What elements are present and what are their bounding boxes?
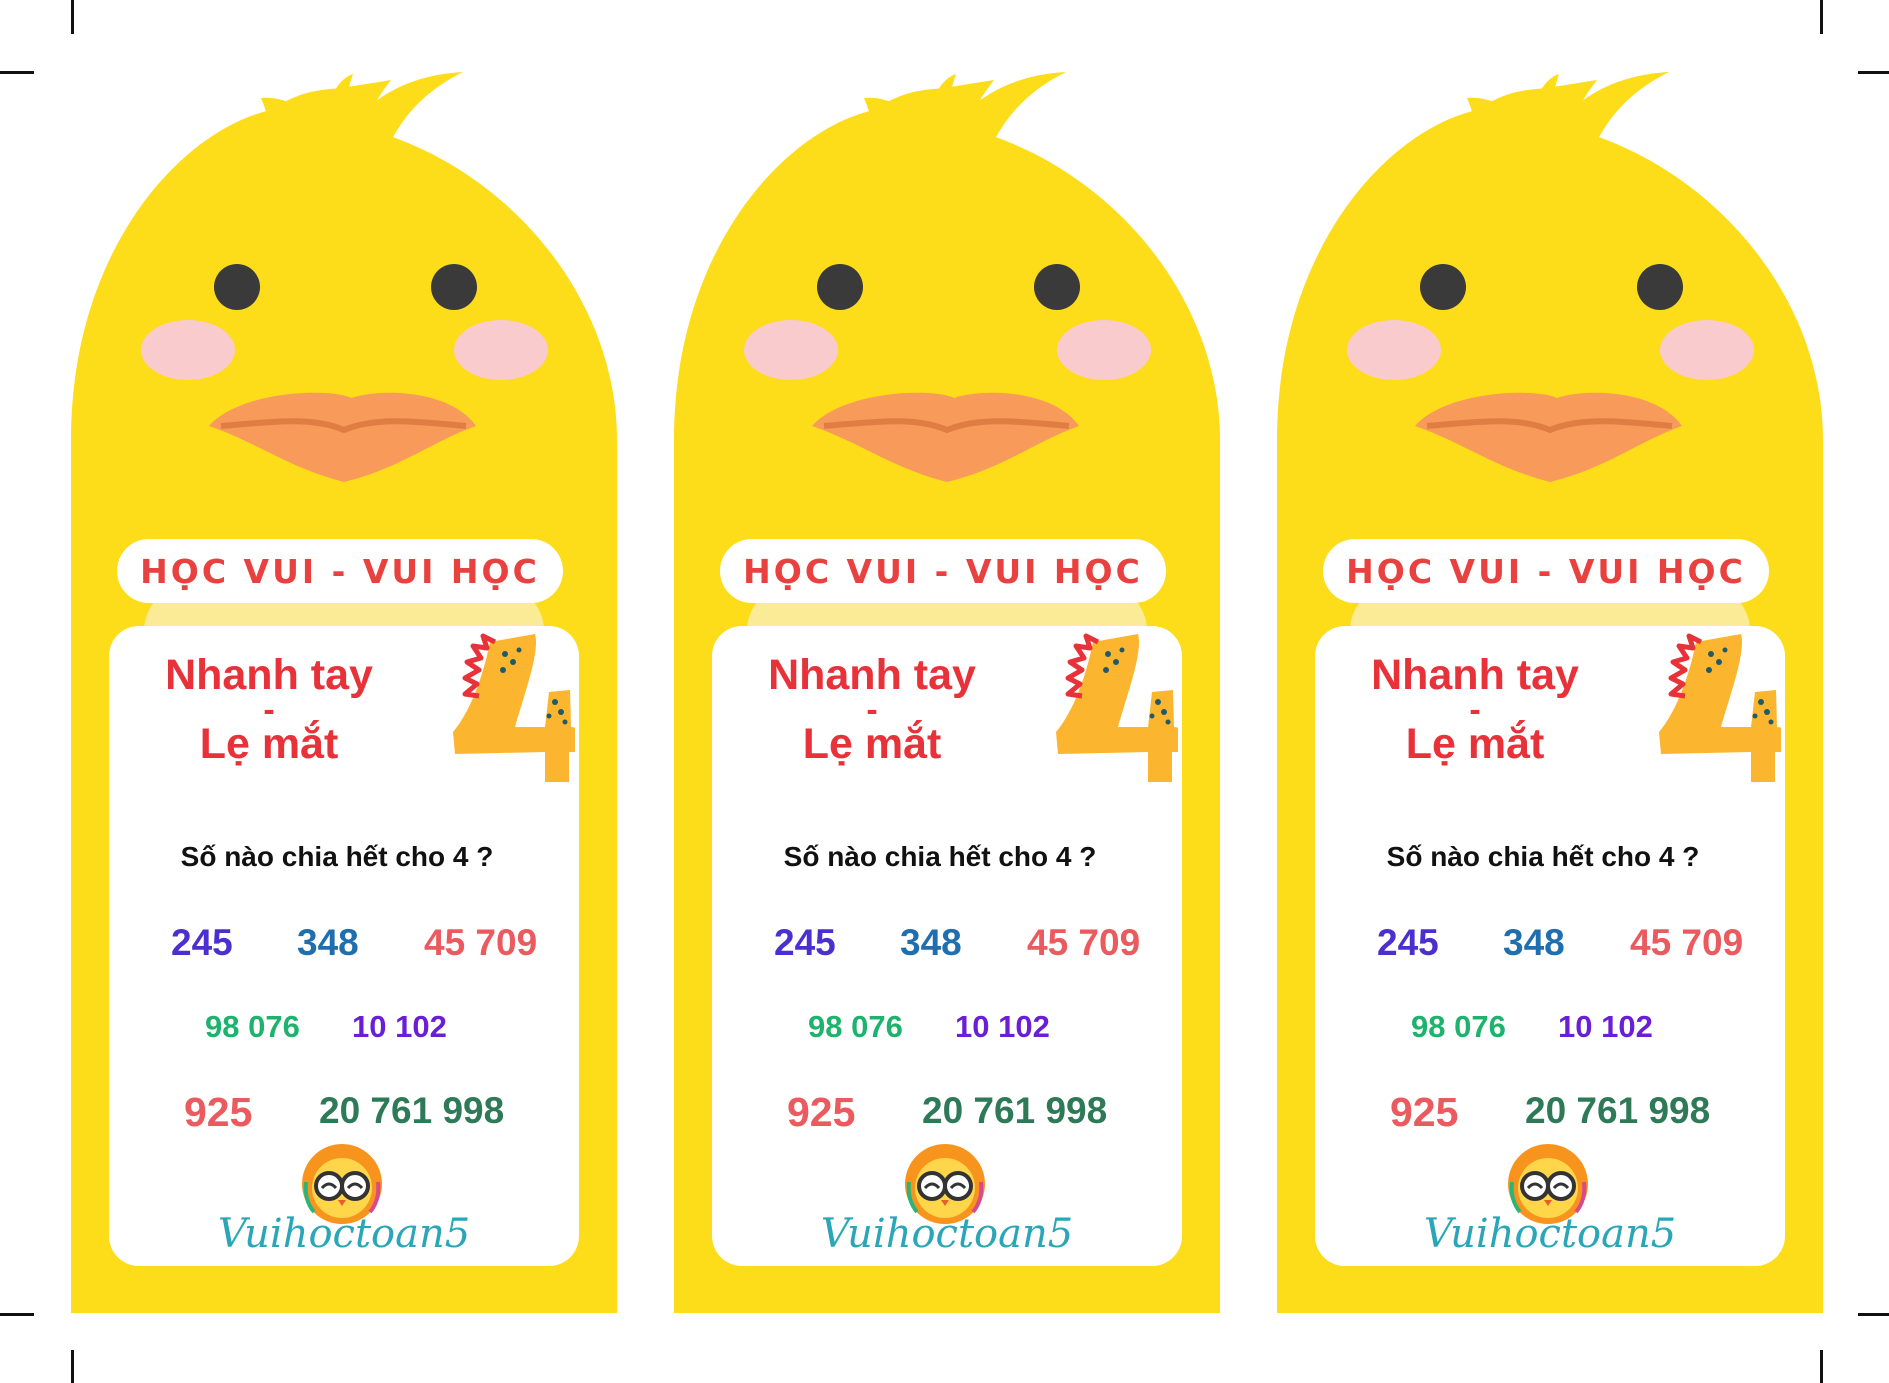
content-panel: Nhanh tay - Lẹ mắt Số nào chia hết cho 4…: [1315, 626, 1785, 1266]
number-option[interactable]: 20 761 998: [922, 1090, 1107, 1132]
duck-cheek-left: [1347, 320, 1441, 380]
number-option[interactable]: 245: [171, 922, 233, 964]
crop-mark-right-bottom: [1858, 1313, 1889, 1316]
number-option[interactable]: 348: [900, 922, 962, 964]
number-option[interactable]: 20 761 998: [319, 1090, 504, 1132]
title-line-1: Nhanh tay: [768, 651, 976, 699]
crop-mark-bottom-left: [71, 1350, 74, 1383]
number-option[interactable]: 925: [787, 1089, 855, 1136]
duck-eye-right: [1637, 264, 1683, 310]
title-line-2: Lẹ mắt: [802, 720, 942, 768]
banner-text: HỌC VUI - VUI HỌC: [140, 551, 540, 591]
digit-four-dinosaur-icon: [453, 633, 575, 782]
duck-eye-left: [1420, 264, 1466, 310]
banner-text: HỌC VUI - VUI HỌC: [743, 551, 1143, 591]
number-option[interactable]: 98 076: [205, 1009, 300, 1045]
duck-card-1: HỌC VUI - VUI HỌC Nhanh tay - Lẹ mắt Số …: [71, 70, 617, 1313]
duck-eye-right: [1034, 264, 1080, 310]
crop-mark-bottom-right: [1820, 1350, 1823, 1383]
banner-hoc-vui: HỌC VUI - VUI HỌC: [117, 539, 563, 603]
number-option[interactable]: 20 761 998: [1525, 1090, 1710, 1132]
crop-mark-right-top: [1858, 71, 1889, 74]
duck-card-2: HỌC VUI - VUI HỌC Nhanh tay - Lẹ mắt Số …: [674, 70, 1220, 1313]
card-title: Nhanh tay - Lẹ mắt: [139, 651, 399, 768]
number-option[interactable]: 245: [774, 922, 836, 964]
number-option[interactable]: 10 102: [352, 1009, 447, 1045]
content-panel: Nhanh tay - Lẹ mắt Số nào chia hết cho 4…: [712, 626, 1182, 1266]
banner-hoc-vui: HỌC VUI - VUI HỌC: [1323, 539, 1769, 603]
duck-eye-right: [431, 264, 477, 310]
brand-logo-text: Vuihoctoan5: [1423, 1211, 1677, 1257]
duck-cheek-right: [1057, 320, 1151, 380]
crop-mark-top-left: [71, 0, 74, 34]
crop-mark-left-bottom: [0, 1313, 34, 1316]
question-text: Số nào chia hết cho 4 ?: [783, 841, 1097, 872]
duck-card-3: HỌC VUI - VUI HỌC Nhanh tay - Lẹ mắt Số …: [1277, 70, 1823, 1313]
title-line-1: Nhanh tay: [165, 651, 373, 699]
question-text: Số nào chia hết cho 4 ?: [180, 841, 494, 872]
banner-hoc-vui: HỌC VUI - VUI HỌC: [720, 539, 1166, 603]
question-text: Số nào chia hết cho 4 ?: [1386, 841, 1700, 872]
number-option[interactable]: 348: [297, 922, 359, 964]
duck-cheek-left: [744, 320, 838, 380]
duck-cheek-left: [141, 320, 235, 380]
number-option[interactable]: 10 102: [1558, 1009, 1653, 1045]
content-panel: Nhanh tay - Lẹ mắt Số nào chia hết cho 4…: [109, 626, 579, 1266]
brand-logo-text: Vuihoctoan5: [820, 1211, 1074, 1257]
number-option[interactable]: 98 076: [1411, 1009, 1506, 1045]
crop-mark-top-right: [1820, 0, 1823, 34]
number-option[interactable]: 245: [1377, 922, 1439, 964]
banner-text: HỌC VUI - VUI HỌC: [1346, 551, 1746, 591]
crop-mark-left-top: [0, 71, 34, 74]
card-title: Nhanh tay - Lẹ mắt: [742, 651, 1002, 768]
duck-eye-left: [214, 264, 260, 310]
number-option[interactable]: 348: [1503, 922, 1565, 964]
digit-four-dinosaur-icon: [1659, 633, 1781, 782]
title-line-1: Nhanh tay: [1371, 651, 1579, 699]
digit-four-dinosaur-icon: [1056, 633, 1178, 782]
number-option[interactable]: 925: [184, 1089, 252, 1136]
number-option[interactable]: 45 709: [424, 922, 537, 964]
duck-cheek-right: [1660, 320, 1754, 380]
number-option[interactable]: 10 102: [955, 1009, 1050, 1045]
brand-logo-text: Vuihoctoan5: [217, 1211, 471, 1257]
duck-cheek-right: [454, 320, 548, 380]
number-option[interactable]: 925: [1390, 1089, 1458, 1136]
title-line-2: Lẹ mắt: [199, 720, 339, 768]
number-option[interactable]: 45 709: [1630, 922, 1743, 964]
title-line-2: Lẹ mắt: [1405, 720, 1545, 768]
number-option[interactable]: 45 709: [1027, 922, 1140, 964]
duck-eye-left: [817, 264, 863, 310]
card-title: Nhanh tay - Lẹ mắt: [1345, 651, 1605, 768]
number-option[interactable]: 98 076: [808, 1009, 903, 1045]
